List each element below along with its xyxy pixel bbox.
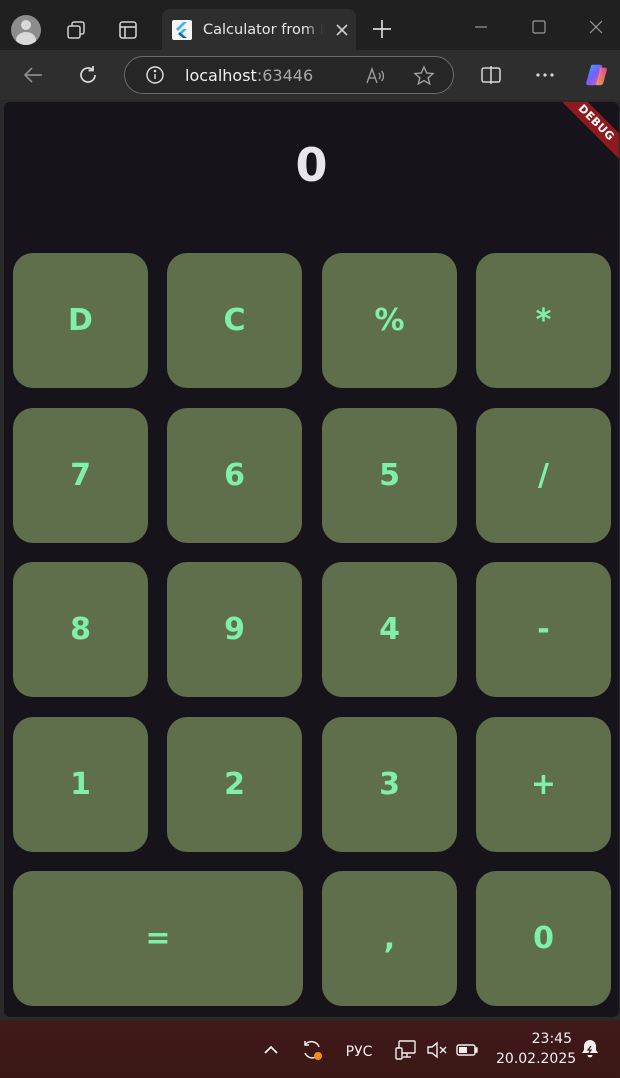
windows-taskbar: РУС 23:45 20.02.2025 — [0, 1020, 620, 1078]
minimize-icon[interactable] — [470, 16, 492, 38]
key-8[interactable]: 8 — [13, 562, 148, 697]
key-0[interactable]: 0 — [476, 871, 611, 1006]
clock-date: 20.02.2025 — [496, 1051, 577, 1067]
key-6[interactable]: 6 — [167, 408, 302, 543]
url-text: localhost:63446 — [185, 66, 313, 85]
url-port: :63446 — [256, 66, 314, 85]
avatar-icon — [11, 15, 41, 45]
show-hidden-icons-chevron-up-icon[interactable] — [259, 1038, 283, 1062]
split-screen-icon[interactable] — [478, 62, 504, 88]
close-tab-icon[interactable] — [333, 21, 351, 39]
more-menu-icon[interactable] — [532, 62, 558, 88]
clock[interactable]: 23:45 20.02.2025 — [496, 1029, 577, 1069]
key-4[interactable]: 4 — [322, 562, 457, 697]
key-comma[interactable]: , — [322, 871, 457, 1006]
key-2[interactable]: 2 — [167, 717, 302, 852]
network-icon[interactable] — [394, 1038, 418, 1062]
key-divide[interactable]: / — [476, 408, 611, 543]
vertical-tabs-icon[interactable] — [114, 16, 142, 44]
key-5[interactable]: 5 — [322, 408, 457, 543]
input-language[interactable]: РУС — [342, 1040, 376, 1064]
key-delete[interactable]: D — [13, 253, 148, 388]
key-add[interactable]: + — [476, 717, 611, 852]
calculator-app: 0 DEBUG D C % * 7 6 5 / 8 9 4 - 1 2 3 + … — [4, 102, 619, 1017]
url-host: localhost — [185, 66, 257, 85]
notifications-bell-icon[interactable] — [578, 1037, 602, 1061]
address-bar[interactable]: localhost:63446 — [124, 56, 454, 94]
profile-button[interactable] — [10, 14, 42, 46]
key-multiply[interactable]: * — [476, 253, 611, 388]
battery-icon[interactable] — [455, 1038, 479, 1062]
key-3[interactable]: 3 — [322, 717, 457, 852]
key-percent[interactable]: % — [322, 253, 457, 388]
calculator-display: 0 — [295, 138, 328, 192]
close-window-icon[interactable] — [585, 16, 607, 38]
workspaces-icon[interactable] — [62, 16, 90, 44]
sync-status-icon[interactable] — [300, 1038, 324, 1062]
refresh-icon[interactable] — [75, 62, 101, 88]
tab-title: Calculator from Kotlin — [203, 21, 323, 38]
new-tab-icon[interactable] — [370, 17, 394, 41]
browser-toolbar: localhost:63446 — [0, 50, 620, 100]
key-9[interactable]: 9 — [167, 562, 302, 697]
copilot-icon[interactable] — [584, 62, 610, 88]
key-1[interactable]: 1 — [13, 717, 148, 852]
read-aloud-icon[interactable] — [364, 65, 386, 87]
site-info-icon[interactable] — [145, 65, 165, 85]
key-equals[interactable]: = — [13, 871, 303, 1006]
clock-time: 23:45 — [531, 1031, 572, 1047]
browser-tab[interactable]: Calculator from Kotlin — [162, 9, 356, 50]
key-clear[interactable]: C — [167, 253, 302, 388]
key-subtract[interactable]: - — [476, 562, 611, 697]
key-7[interactable]: 7 — [13, 408, 148, 543]
maximize-icon[interactable] — [528, 16, 550, 38]
back-icon[interactable] — [20, 62, 46, 88]
volume-muted-icon[interactable] — [425, 1038, 449, 1062]
flutter-favicon-icon — [172, 19, 192, 40]
favorite-star-icon[interactable] — [413, 65, 435, 87]
